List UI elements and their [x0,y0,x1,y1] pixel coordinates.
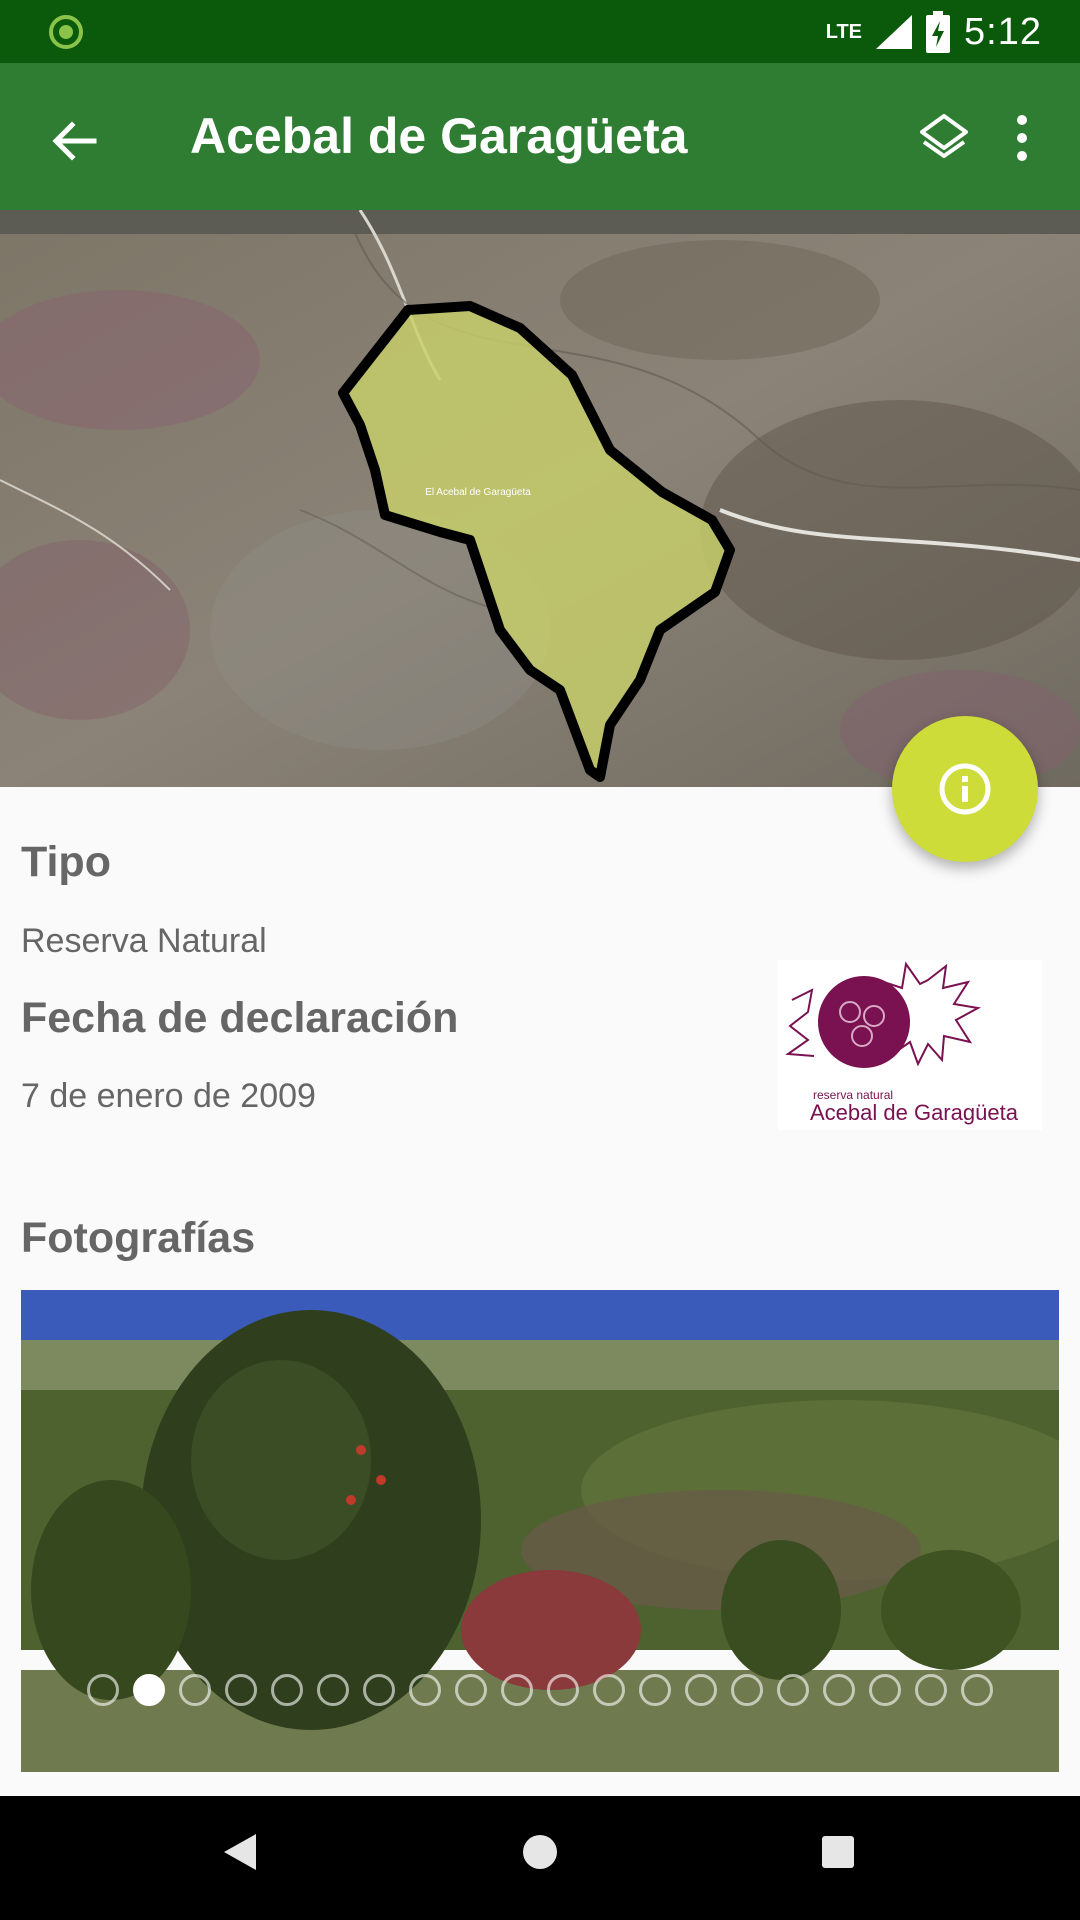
carousel-dot[interactable] [639,1674,671,1706]
carousel-dot[interactable] [271,1674,303,1706]
carousel-dot[interactable] [915,1674,947,1706]
nav-recents-icon[interactable] [822,1836,854,1868]
app-toolbar: Acebal de Garagüeta [0,63,1080,210]
carousel-dot[interactable] [363,1674,395,1706]
carousel-dot[interactable] [133,1674,165,1706]
clock: 5:12 [964,10,1042,53]
holly-leaf-logo-icon [785,961,982,1068]
carousel-dot[interactable] [225,1674,257,1706]
info-fab-button[interactable] [892,716,1038,862]
reserve-logo: reserva natural Acebal de Garagüeta [778,960,1042,1130]
carousel-dot[interactable] [179,1674,211,1706]
carousel-indicators [21,1674,1059,1706]
carousel-dot[interactable] [685,1674,717,1706]
map-view[interactable]: El Acebal de Garagüeta [0,210,1080,787]
more-vert-icon[interactable] [1002,108,1042,168]
carousel-dot[interactable] [593,1674,625,1706]
fecha-heading: Fecha de declaración [21,994,459,1042]
tipo-value: Reserva Natural [21,922,267,960]
carousel-dot[interactable] [823,1674,855,1706]
battery-icon [926,11,951,53]
carousel-dot[interactable] [777,1674,809,1706]
carousel-dot[interactable] [455,1674,487,1706]
photo-carousel[interactable] [21,1290,1059,1772]
carousel-dot[interactable] [87,1674,119,1706]
sync-icon [49,15,83,49]
layers-icon[interactable] [914,108,974,168]
tipo-heading: Tipo [21,838,111,886]
status-bar: LTE 5:12 [0,0,1080,63]
nav-home-icon[interactable] [522,1834,558,1870]
signal-icon [876,15,913,49]
back-arrow-icon[interactable] [44,111,104,171]
logo-big-text: Acebal de Garagüeta [810,1100,1018,1125]
fotografias-heading: Fotografías [21,1214,256,1262]
carousel-dot[interactable] [409,1674,441,1706]
nav-back-icon[interactable] [222,1832,258,1872]
fecha-value: 7 de enero de 2009 [21,1077,316,1115]
map-satellite[interactable]: El Acebal de Garagüeta [0,210,1080,787]
carousel-dot[interactable] [961,1674,993,1706]
map-area-label: El Acebal de Garagüeta [425,487,531,498]
carousel-dot[interactable] [731,1674,763,1706]
network-label: LTE [825,20,863,43]
carousel-dot[interactable] [869,1674,901,1706]
info-icon [939,763,991,815]
carousel-dot[interactable] [501,1674,533,1706]
carousel-dot[interactable] [317,1674,349,1706]
system-nav-bar [0,1796,1080,1920]
carousel-dot[interactable] [547,1674,579,1706]
page-title: Acebal de Garagüeta [190,108,688,164]
